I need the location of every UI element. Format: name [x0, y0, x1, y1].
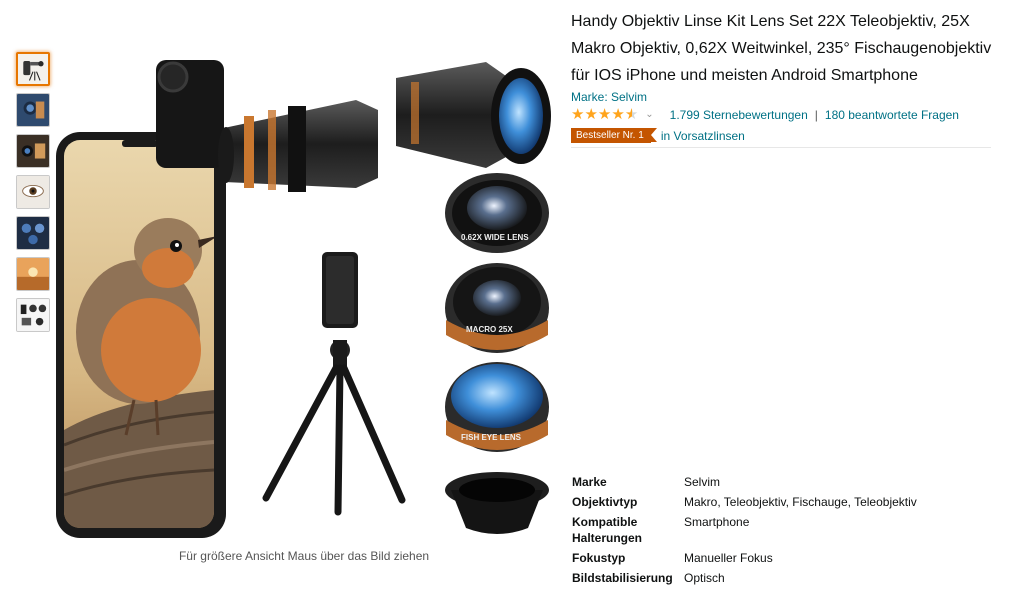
- spec-row: Objektivtyp Makro, Teleobjektiv, Fischau…: [572, 494, 1012, 510]
- brand-link[interactable]: Marke: Selvim: [571, 89, 1001, 105]
- thumbnail-6[interactable]: [16, 257, 50, 291]
- spec-row: Kompatible Halterungen Smartphone: [572, 514, 1012, 546]
- star-icon: ★: [611, 106, 625, 123]
- macro-lens-label: MACRO 25X: [466, 325, 513, 334]
- star-half-icon: ★: [624, 106, 639, 123]
- eyecup-illustration: [445, 472, 549, 534]
- star-icon: ★: [571, 106, 585, 123]
- zoom-hint: Für größere Ansicht Maus über das Bild z…: [178, 549, 430, 563]
- spec-key: Objektivtyp: [572, 495, 638, 509]
- thumbnail-7[interactable]: [16, 298, 50, 332]
- spec-key: Marke: [572, 475, 607, 489]
- bestseller-badge[interactable]: Bestseller Nr. 1: [571, 128, 657, 143]
- star-icon: ★: [584, 106, 598, 123]
- bestseller-row: Bestseller Nr. 1 in Vorsatzlinsen: [571, 128, 1001, 143]
- thumbnail-strip: [16, 52, 52, 339]
- divider: [571, 147, 991, 148]
- wide-lens-illustration: 0.62X WIDE LENS: [445, 173, 549, 253]
- product-info: Handy Objektiv Linse Kit Lens Set 22X Te…: [571, 8, 1001, 143]
- wide-lens-label: 0.62X WIDE LENS: [461, 233, 529, 242]
- tripod-illustration: [262, 252, 406, 516]
- main-product-image[interactable]: 0.62X WIDE LENS MACRO 25X FISH EYE LENS: [56, 50, 556, 540]
- spec-value: Manueller Fokus: [684, 551, 773, 565]
- thumbnail-2[interactable]: [16, 93, 50, 127]
- answered-questions-link[interactable]: 180 beantwortete Fragen: [825, 106, 959, 124]
- thumbnail-3[interactable]: [16, 134, 50, 168]
- fisheye-lens-label: FISH EYE LENS: [461, 433, 522, 442]
- specs-table: Marke Selvim Objektivtyp Makro, Teleobje…: [572, 474, 1012, 590]
- product-title: Handy Objektiv Linse Kit Lens Set 22X Te…: [571, 13, 992, 84]
- thumbnail-1[interactable]: [16, 52, 50, 86]
- rating-row: ★ ★ ★ ★ ★ ⌄ 1.799 Sternebewertungen | 18…: [571, 106, 1001, 124]
- spec-value: Makro, Teleobjektiv, Fischauge, Teleobje…: [684, 495, 917, 509]
- spec-row: Fokustyp Manueller Fokus: [572, 550, 1012, 566]
- spec-row: Bildstabilisierung Optisch: [572, 570, 1012, 586]
- ratings-count-link[interactable]: 1.799 Sternebewertungen: [670, 106, 808, 124]
- spec-value: Optisch: [684, 571, 725, 585]
- bestseller-category-link[interactable]: in Vorsatzlinsen: [661, 129, 745, 143]
- macro-lens-illustration: MACRO 25X: [445, 263, 549, 353]
- separator: |: [814, 108, 818, 122]
- star-icon: ★: [597, 106, 612, 123]
- thumbnail-4[interactable]: [16, 175, 50, 209]
- chevron-down-icon[interactable]: ⌄: [645, 106, 653, 124]
- thumbnail-5[interactable]: [16, 216, 50, 250]
- spec-value: Selvim: [684, 475, 721, 489]
- spec-key: Bildstabilisierung: [572, 571, 673, 585]
- star-rating[interactable]: ★ ★ ★ ★ ★: [571, 107, 638, 123]
- spec-key: Fokustyp: [572, 551, 626, 565]
- fisheye-lens-illustration: FISH EYE LENS: [445, 362, 549, 452]
- spec-row: Marke Selvim: [572, 474, 1012, 490]
- spec-key: Kompatible Halterungen: [572, 515, 643, 545]
- telephoto-lens-illustration: [396, 62, 551, 168]
- spec-value: Smartphone: [684, 515, 750, 529]
